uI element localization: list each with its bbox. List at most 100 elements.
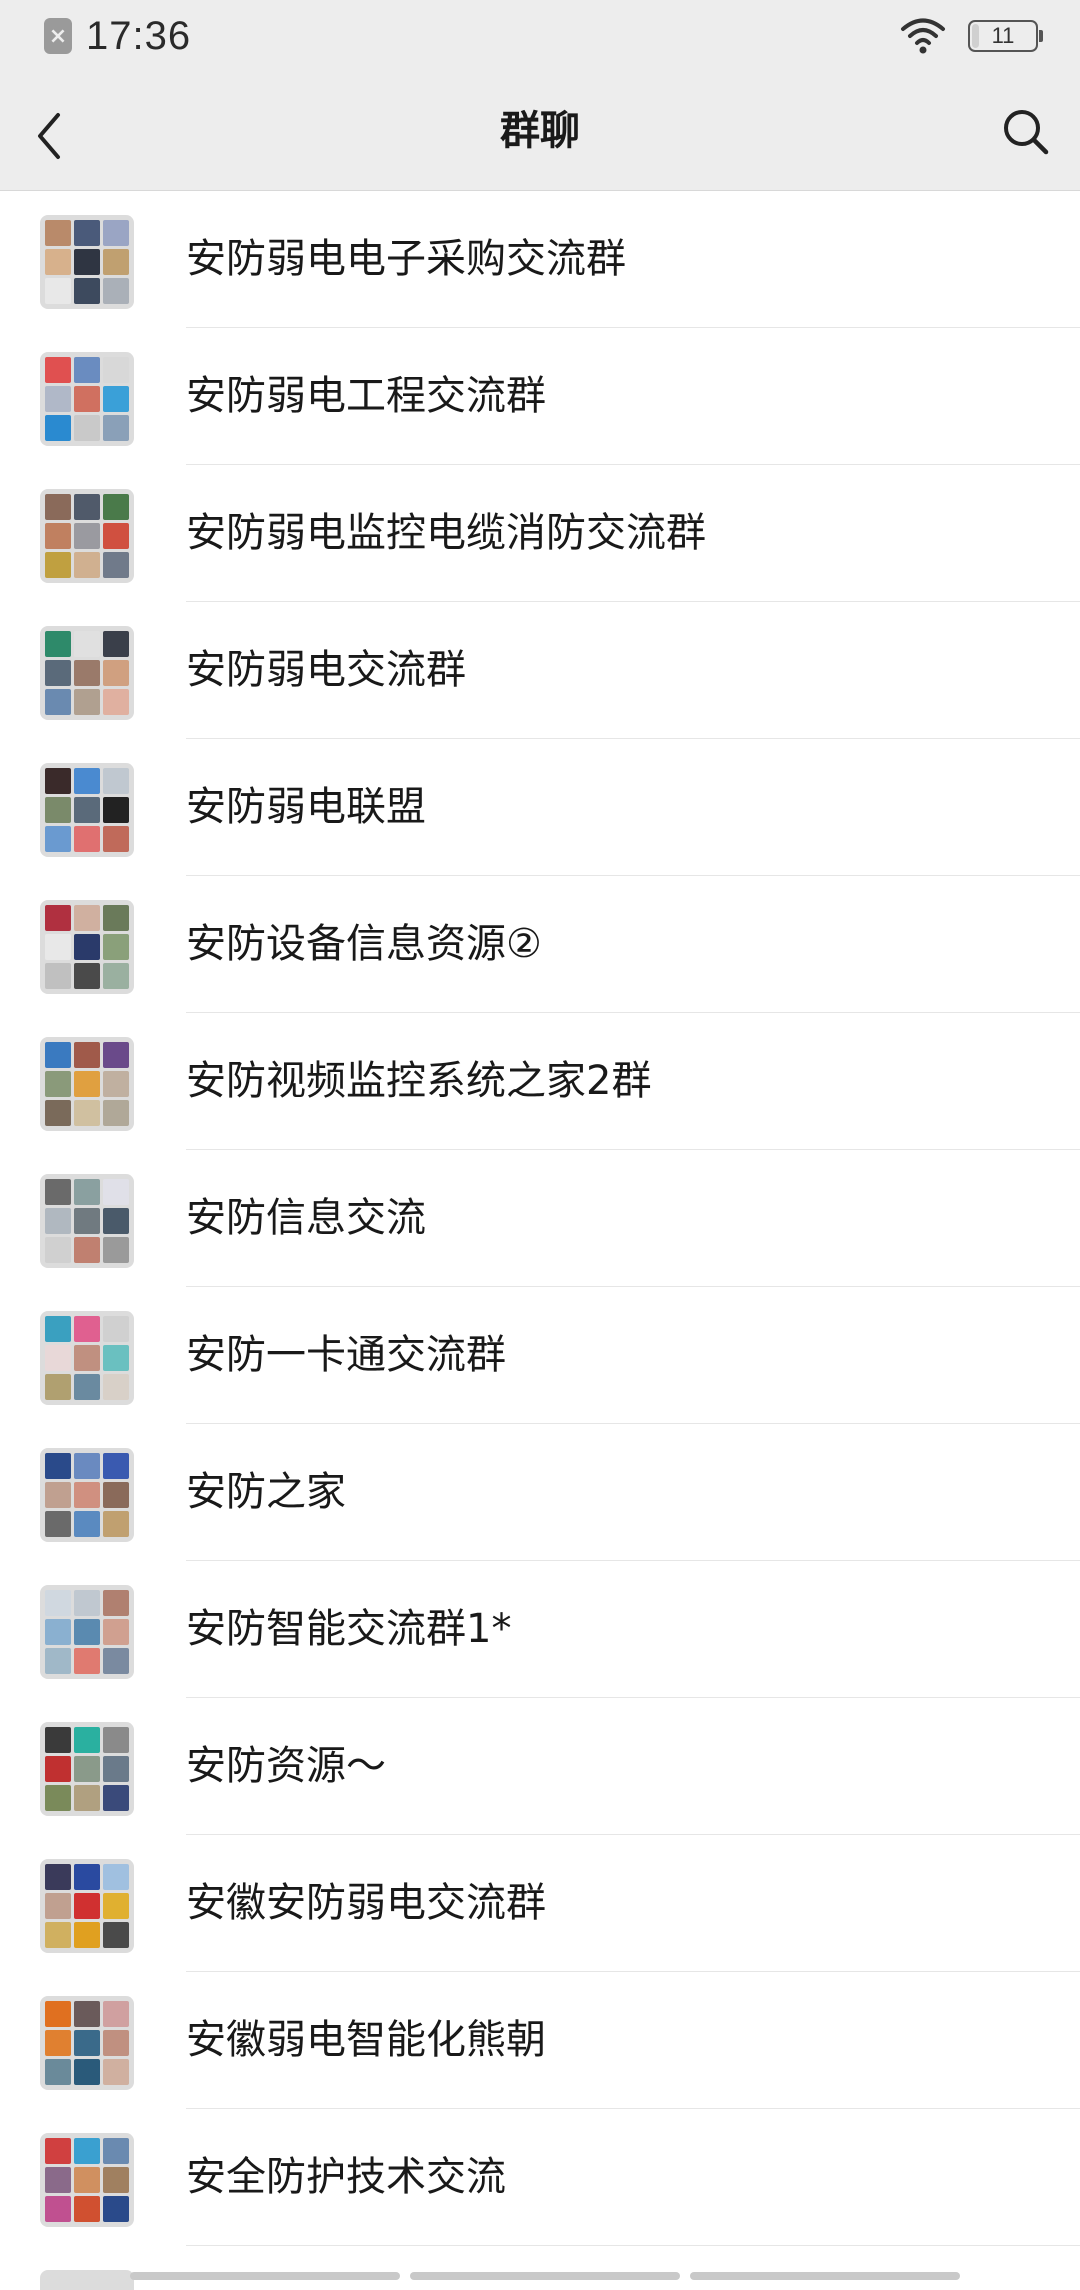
list-item[interactable]: 安防弱电工程交流群 bbox=[0, 328, 1080, 465]
avatar-tile bbox=[74, 2030, 100, 2056]
avatar-tile bbox=[74, 2001, 100, 2027]
avatar-tile bbox=[45, 1345, 71, 1371]
avatar-tile bbox=[74, 1619, 100, 1645]
list-item[interactable]: 安防视频监控系统之家2群 bbox=[0, 1013, 1080, 1150]
avatar-tile bbox=[103, 660, 129, 686]
avatar-tile bbox=[103, 1785, 129, 1811]
avatar-tile bbox=[45, 278, 71, 304]
list-item-partial[interactable] bbox=[0, 2246, 1080, 2290]
avatar-tile bbox=[45, 1511, 71, 1537]
avatar-tile bbox=[45, 220, 71, 246]
avatar-tile bbox=[74, 2167, 100, 2193]
avatar-tile bbox=[103, 1042, 129, 1068]
avatar-tile bbox=[45, 494, 71, 520]
avatar-tile bbox=[103, 1345, 129, 1371]
avatar-tile bbox=[45, 1071, 71, 1097]
avatar-tile bbox=[74, 1042, 100, 1068]
group-name: 安徽弱电智能化熊朝 bbox=[186, 2017, 546, 2063]
avatar-tile bbox=[103, 2030, 129, 2056]
avatar-tile bbox=[103, 1208, 129, 1234]
list-item[interactable]: 安防资源～ bbox=[0, 1698, 1080, 1835]
list-item[interactable]: 安徽弱电智能化熊朝 bbox=[0, 1972, 1080, 2109]
avatar-tile bbox=[45, 1453, 71, 1479]
group-avatar bbox=[40, 489, 134, 583]
avatar-tile bbox=[45, 963, 71, 989]
avatar-tile bbox=[103, 2138, 129, 2164]
avatar-tile bbox=[74, 1785, 100, 1811]
group-name: 安防弱电工程交流群 bbox=[186, 373, 546, 419]
avatar-tile bbox=[74, 797, 100, 823]
list-item[interactable]: 安防弱电监控电缆消防交流群 bbox=[0, 465, 1080, 602]
list-item[interactable]: 安防弱电联盟 bbox=[0, 739, 1080, 876]
avatar-tile bbox=[45, 357, 71, 383]
avatar-tile bbox=[45, 386, 71, 412]
avatar-tile bbox=[45, 1893, 71, 1919]
avatar-tile bbox=[74, 249, 100, 275]
group-name: 安徽安防弱电交流群 bbox=[186, 1880, 546, 1926]
group-avatar bbox=[40, 2133, 134, 2227]
avatar-tile bbox=[45, 1042, 71, 1068]
avatar-tile bbox=[103, 2059, 129, 2085]
list-item[interactable]: 安徽安防弱电交流群 bbox=[0, 1835, 1080, 1972]
avatar-tile bbox=[45, 689, 71, 715]
avatar-tile bbox=[103, 826, 129, 852]
avatar-tile bbox=[74, 1345, 100, 1371]
avatar-tile bbox=[74, 631, 100, 657]
group-name: 安防一卡通交流群 bbox=[186, 1332, 506, 1378]
list-item[interactable]: 安防智能交流群1* bbox=[0, 1561, 1080, 1698]
avatar-tile bbox=[74, 689, 100, 715]
group-avatar bbox=[40, 1859, 134, 1953]
avatar-tile bbox=[103, 386, 129, 412]
avatar-tile bbox=[103, 249, 129, 275]
list-item[interactable]: 安防弱电交流群 bbox=[0, 602, 1080, 739]
avatar-tile bbox=[74, 494, 100, 520]
avatar-tile bbox=[45, 2059, 71, 2085]
avatar-tile bbox=[74, 1482, 100, 1508]
avatar-tile bbox=[74, 1316, 100, 1342]
avatar-tile bbox=[74, 1511, 100, 1537]
group-name: 安防弱电联盟 bbox=[186, 784, 426, 830]
avatar-tile bbox=[45, 1482, 71, 1508]
avatar-tile bbox=[103, 768, 129, 794]
group-name: 安防之家 bbox=[186, 1469, 346, 1515]
group-list: 安防弱电电子采购交流群安防弱电工程交流群安防弱电监控电缆消防交流群 安防弱电交流群… bbox=[0, 191, 1080, 2246]
avatar-tile bbox=[45, 552, 71, 578]
avatar-tile bbox=[103, 1100, 129, 1126]
list-item[interactable]: 安防一卡通交流群 bbox=[0, 1287, 1080, 1424]
avatar-tile bbox=[45, 826, 71, 852]
avatar-tile bbox=[45, 1785, 71, 1811]
avatar-tile bbox=[45, 249, 71, 275]
back-button[interactable] bbox=[24, 106, 74, 166]
list-item[interactable]: 安防信息交流 bbox=[0, 1150, 1080, 1287]
avatar-tile bbox=[103, 357, 129, 383]
avatar-tile bbox=[74, 768, 100, 794]
list-item[interactable]: 安全防护技术交流 bbox=[0, 2109, 1080, 2246]
avatar-tile bbox=[103, 1179, 129, 1205]
status-time: 17:36 bbox=[86, 13, 192, 58]
group-avatar bbox=[40, 1722, 134, 1816]
avatar-tile bbox=[103, 963, 129, 989]
group-name: 安防智能交流群1* bbox=[186, 1606, 512, 1652]
avatar-tile bbox=[103, 1648, 129, 1674]
list-item[interactable]: 安防设备信息资源② bbox=[0, 876, 1080, 1013]
avatar-tile bbox=[74, 934, 100, 960]
avatar-tile bbox=[45, 1590, 71, 1616]
avatar-tile bbox=[74, 1648, 100, 1674]
avatar-tile bbox=[103, 1619, 129, 1645]
list-item[interactable]: 安防之家 bbox=[0, 1424, 1080, 1561]
avatar-tile bbox=[103, 1374, 129, 1400]
status-bar: × 17:36 11 bbox=[0, 0, 1080, 72]
avatar-tile bbox=[45, 1374, 71, 1400]
wifi-icon bbox=[901, 18, 945, 54]
avatar-tile bbox=[103, 1453, 129, 1479]
list-item[interactable]: 安防弱电电子采购交流群 bbox=[0, 191, 1080, 328]
avatar-tile bbox=[74, 1208, 100, 1234]
avatar-tile bbox=[103, 494, 129, 520]
avatar-tile bbox=[103, 1316, 129, 1342]
avatar-tile bbox=[103, 1590, 129, 1616]
avatar-tile bbox=[74, 1100, 100, 1126]
chevron-left-icon bbox=[38, 113, 60, 159]
avatar-tile bbox=[103, 1511, 129, 1537]
avatar-tile bbox=[103, 1237, 129, 1263]
search-button[interactable] bbox=[998, 104, 1054, 160]
